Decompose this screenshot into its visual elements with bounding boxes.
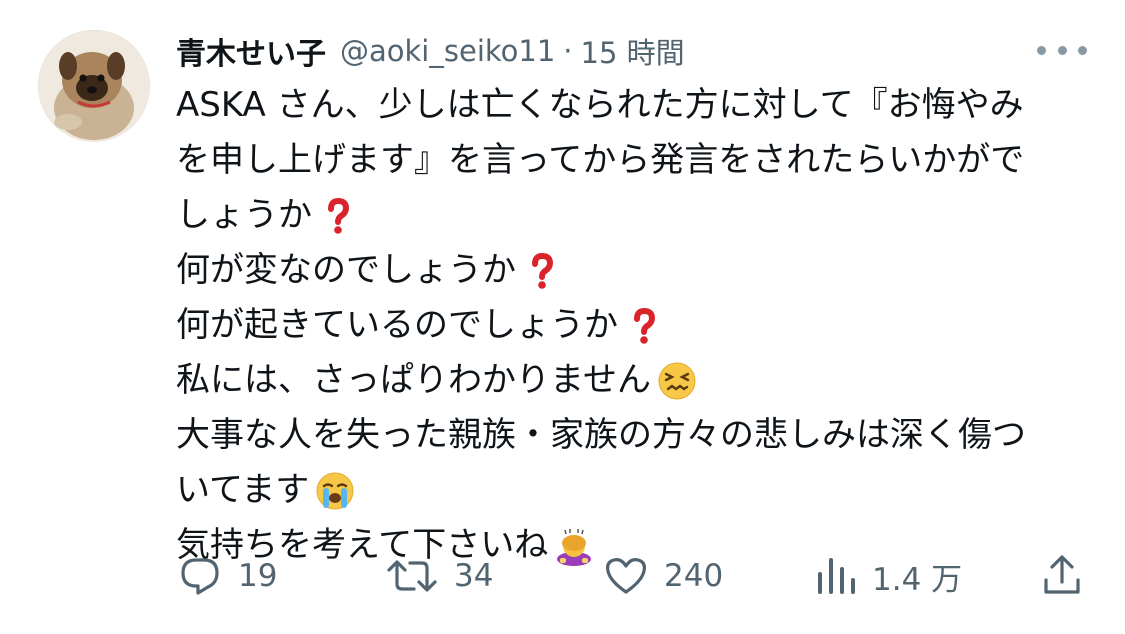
tweet-line: 私には、さっぱりわかりません (176, 353, 1091, 408)
reply-button[interactable]: 19 (176, 548, 277, 604)
more-dot-icon (1057, 45, 1067, 55)
like-button[interactable]: 240 (602, 548, 723, 604)
red-question-mark-icon (318, 196, 358, 236)
red-question-mark-icon (624, 306, 664, 346)
more-dot-icon (1037, 45, 1046, 55)
more-options-button[interactable] (1037, 38, 1087, 62)
views-bars-icon (814, 552, 858, 600)
views-button[interactable]: 1.4 万 (814, 548, 962, 604)
author-handle[interactable]: @aoki_seiko11 (340, 34, 555, 68)
tweet-line: 何が変なのでしょうか (176, 243, 1091, 298)
tweet-text: ASKA さん、少しは亡くなられた方に対して『お悔やみ を申し上げます』を言って… (176, 78, 1091, 573)
retweet-count: 34 (454, 558, 494, 594)
share-upload-icon (1038, 552, 1086, 600)
tweet-header: 青木せい子 @aoki_seiko11 · 15 時間 (176, 28, 685, 74)
confounded-face-icon (657, 361, 697, 401)
share-button[interactable] (1038, 548, 1086, 604)
tweet-line-text: 何が起きているのでしょうか (176, 305, 618, 345)
header-separator: · (563, 34, 573, 68)
tweet-line-text: いてます (176, 470, 310, 510)
tweet-line-text: を申し上げます』を言ってから発言をされたらいかがで (176, 140, 1025, 180)
tweet-actions-bar: 19 34 240 1.4 万 (176, 548, 1088, 604)
retweet-icon (384, 552, 440, 600)
more-dot-icon (1078, 45, 1087, 55)
like-count: 240 (664, 558, 724, 594)
tweet-line: 大事な人を失った親族・家族の方々の悲しみは深く傷つ (176, 408, 1091, 463)
tweet-line-text: 大事な人を失った親族・家族の方々の悲しみは深く傷つ (176, 415, 1026, 455)
tweet-line: 何が起きているのでしょうか (176, 298, 1091, 353)
tweet-line-text: 何が変なのでしょうか (176, 250, 516, 290)
tweet-line: を申し上げます』を言ってから発言をされたらいかがで (176, 133, 1091, 188)
reply-count: 19 (238, 558, 278, 594)
avatar-dog-photo (38, 30, 150, 142)
red-question-mark-icon (522, 251, 562, 291)
loudly-crying-face-icon (315, 471, 355, 511)
reply-bubble-icon (176, 552, 224, 600)
tweet-line-text: ASKA さん、少しは亡くなられた方に対して『お悔やみ (176, 85, 1024, 125)
tweet-timestamp[interactable]: 15 時間 (581, 30, 685, 72)
tweet-line: いてます (176, 463, 1091, 518)
author-display-name[interactable]: 青木せい子 (176, 29, 326, 73)
tweet-line: しょうか (176, 188, 1091, 243)
tweet-line-text: しょうか (176, 195, 312, 235)
heart-icon (602, 552, 650, 600)
avatar[interactable] (38, 30, 150, 142)
tweet-line-text: 私には、さっぱりわかりません (176, 360, 651, 400)
tweet-line: ASKA さん、少しは亡くなられた方に対して『お悔やみ (176, 78, 1091, 133)
retweet-button[interactable]: 34 (384, 548, 493, 604)
views-count: 1.4 万 (872, 561, 963, 598)
